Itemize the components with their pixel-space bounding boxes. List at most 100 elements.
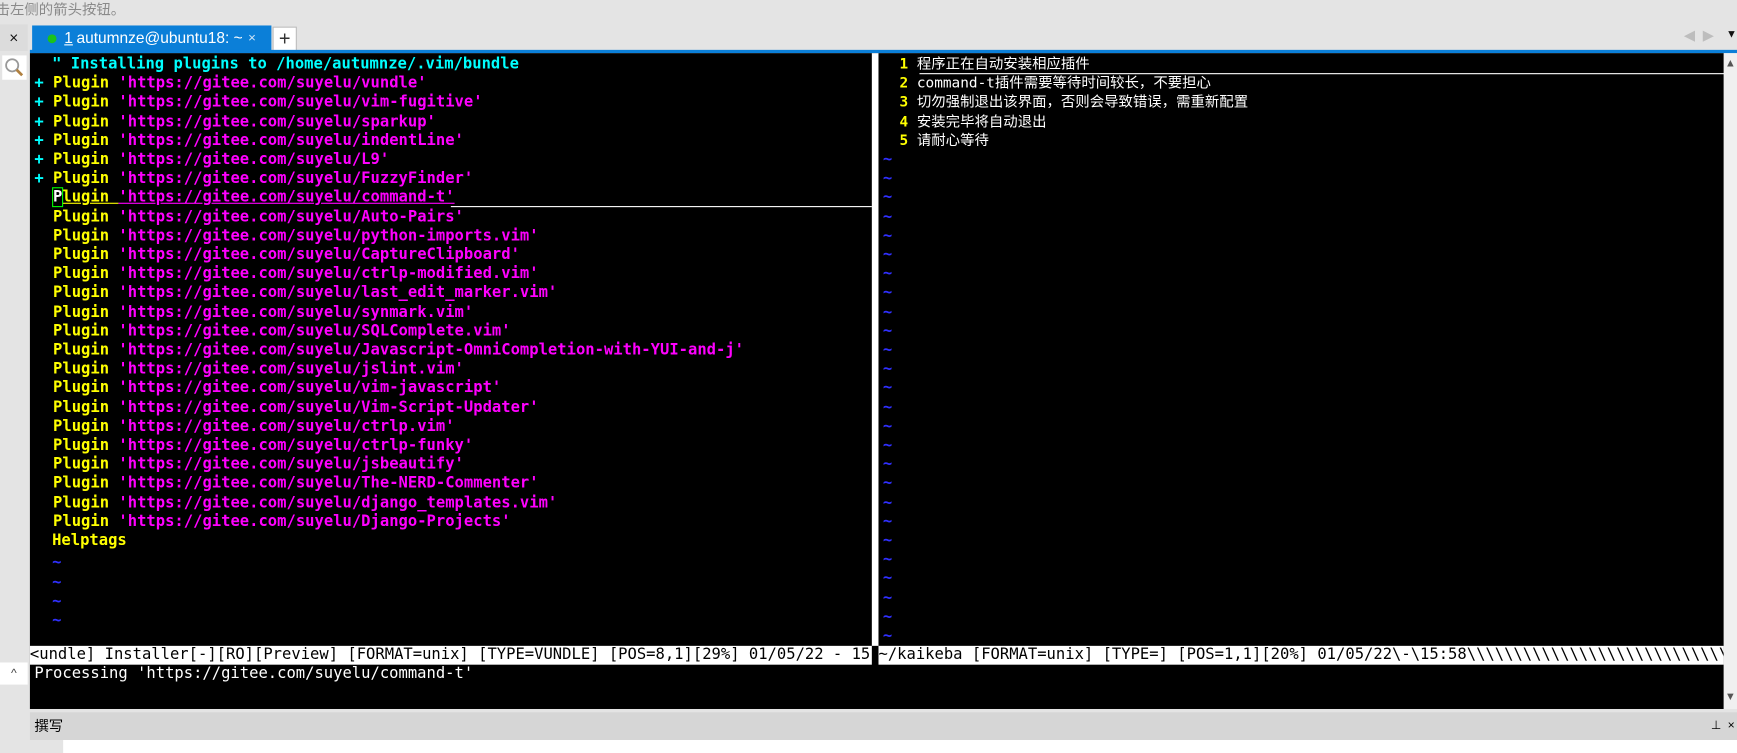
added-marker [34,284,43,302]
plugin-url: 'https://gitee.com/suyelu/vim-fugitive' [118,93,483,112]
plugin-url: 'https://gitee.com/suyelu/ctrlp.vim' [118,417,455,436]
added-marker: + [34,93,44,112]
plugin-keyword: Plugin [53,341,110,359]
plugin-url: 'https://gitee.com/suyelu/Auto-Pairs' [118,207,464,226]
plugin-keyword: Plugin [53,284,110,302]
terminal-area[interactable]: " Installing plugins to /home/autumnze/.… [29,53,1728,709]
plugin-url: 'https://gitee.com/suyelu/ctrlp-funky' [118,436,474,455]
empty-line-tilde: ~ [882,436,893,455]
plugin-url: 'https://gitee.com/suyelu/CaptureClipboa… [118,245,520,264]
plugin-line: Plugin 'https://gitee.com/suyelu/SQLComp… [34,322,511,341]
plugin-keyword: Plugin [53,436,110,455]
tab-close-icon[interactable]: × [248,25,256,49]
plugin-keyword: Plugin [53,150,110,169]
helptags-line: Helptags [52,531,127,550]
added-marker [34,456,43,474]
plugin-url: 'https://gitee.com/suyelu/synmark.vim' [118,303,474,321]
note-line: 4 安装完毕将自动退出 [900,113,1047,132]
compose-panel-header: 撰写 ⊥ × [29,712,1737,741]
plugin-line: Plugin 'https://gitee.com/suyelu/Auto-Pa… [34,208,464,227]
close-icon[interactable]: × [0,24,28,51]
empty-line-tilde: ~ [882,226,893,245]
plugin-line: Plugin 'https://gitee.com/suyelu/django_… [34,494,557,513]
plugin-url: 'https://gitee.com/suyelu/L9' [118,150,390,169]
plugin-keyword: Plugin [53,360,110,378]
empty-line-tilde: ~ [882,474,893,493]
empty-line-tilde: ~ [52,611,62,630]
note-line: 3 切勿强制退出该界面，否则会导致错误，需重新配置 [900,93,1249,112]
plugin-line: Plugin 'https://gitee.com/suyelu/ctrlp.v… [34,417,455,436]
plugin-keyword: Plugin [53,74,110,93]
plugin-url: 'https://gitee.com/suyelu/Django-Project… [118,512,511,531]
scroll-tabs-right-icon[interactable]: ▶ [1703,27,1714,45]
pin-icon[interactable]: ⊥ [1711,712,1722,740]
scroll-up-icon[interactable]: ▲ [1725,58,1736,70]
plugin-url: 'https://gitee.com/suyelu/command-t' [118,188,455,207]
compose-input[interactable] [63,740,1737,753]
vertical-split-bar[interactable] [871,53,879,646]
note-text: 安装完毕将自动退出 [916,113,1047,131]
collapse-up-icon[interactable]: ^ [0,662,28,685]
empty-line-tilde: ~ [882,627,893,645]
plugin-line: Plugin 'https://gitee.com/suyelu/Capture… [34,246,520,265]
close-panel-icon[interactable]: × [1728,712,1735,740]
added-marker [34,475,43,493]
added-marker [34,208,43,226]
plugin-keyword: Plugin [53,474,110,493]
plugin-line: Plugin 'https://gitee.com/suyelu/last_ed… [34,284,557,303]
empty-line-tilde: ~ [882,417,893,436]
plugin-url: 'https://gitee.com/suyelu/jsbeautify' [118,455,464,474]
added-marker: + [34,74,44,93]
empty-line-tilde: ~ [882,264,893,283]
plugin-keyword: Plugin [53,379,110,398]
line-number: 4 [899,113,909,131]
plugin-line: Plugin 'https://gitee.com/suyelu/Vim-Scr… [34,398,539,417]
plugin-keyword: Plugin [53,112,110,131]
tab-number: 1 [64,28,73,47]
search-icon[interactable] [2,55,27,80]
status-line-left: <undle] Installer[-][RO][Preview] [FORMA… [29,645,872,665]
line-number: 5 [899,132,909,150]
plugin-line: + Plugin 'https://gitee.com/suyelu/inden… [34,132,464,151]
plugin-url: 'https://gitee.com/suyelu/python-imports… [118,226,539,245]
left-sidebar [0,22,28,753]
added-marker [34,398,43,416]
plugin-keyword: Plugin [53,169,110,188]
plugin-url: 'https://gitee.com/suyelu/django_templat… [118,493,558,512]
tab-list-dropdown-icon[interactable]: ▼ [1726,29,1737,41]
plugin-keyword: Plugin [53,303,110,321]
added-marker [34,303,43,321]
empty-line-tilde: ~ [882,493,893,512]
plugin-line: + Plugin 'https://gitee.com/suyelu/L9' [34,151,389,170]
plugin-keyword: Plugin [53,245,110,264]
scroll-down-icon[interactable]: ▼ [1725,691,1736,703]
terminal-scrollbar[interactable]: ▲ ▼ [1723,53,1737,709]
command-line: Processing 'https://gitee.com/suyelu/com… [34,664,474,683]
connected-status-icon [47,34,57,44]
added-marker [34,494,43,512]
added-marker: + [34,169,44,188]
cursor-line [450,205,872,207]
status-line-right: ~/kaikeba [FORMAT=unix] [TYPE=] [POS=1,1… [878,645,1724,665]
plugin-url: 'https://gitee.com/suyelu/FuzzyFinder' [118,169,474,188]
plugin-keyword: Plugin [53,207,110,226]
added-marker [34,513,43,531]
empty-line-tilde: ~ [882,569,893,588]
note-text: 请耐心等待 [916,132,989,150]
empty-line-tilde: ~ [882,322,893,340]
empty-line-tilde: ~ [882,588,893,607]
plugin-keyword: Plugin [53,417,110,436]
empty-line-tilde: ~ [882,455,893,474]
scroll-tabs-left-icon[interactable]: ◀ [1684,27,1695,45]
line-number: 1 [899,56,909,74]
plugin-line: Plugin 'https://gitee.com/suyelu/ctrlp-m… [34,265,539,284]
plugin-url: 'https://gitee.com/suyelu/vim-javascript… [118,379,502,398]
plugin-line: Plugin 'https://gitee.com/suyelu/python-… [34,226,539,246]
line-number: 3 [899,94,909,112]
empty-line-tilde: ~ [882,550,893,569]
plugin-line: Plugin 'https://gitee.com/suyelu/ctrlp-f… [34,436,473,455]
added-marker [34,436,43,454]
added-marker [34,379,43,397]
note-line: 2 command-t插件需要等待时间较长，不要担心 [900,74,1211,93]
note-line: 5 请耐心等待 [900,132,989,151]
